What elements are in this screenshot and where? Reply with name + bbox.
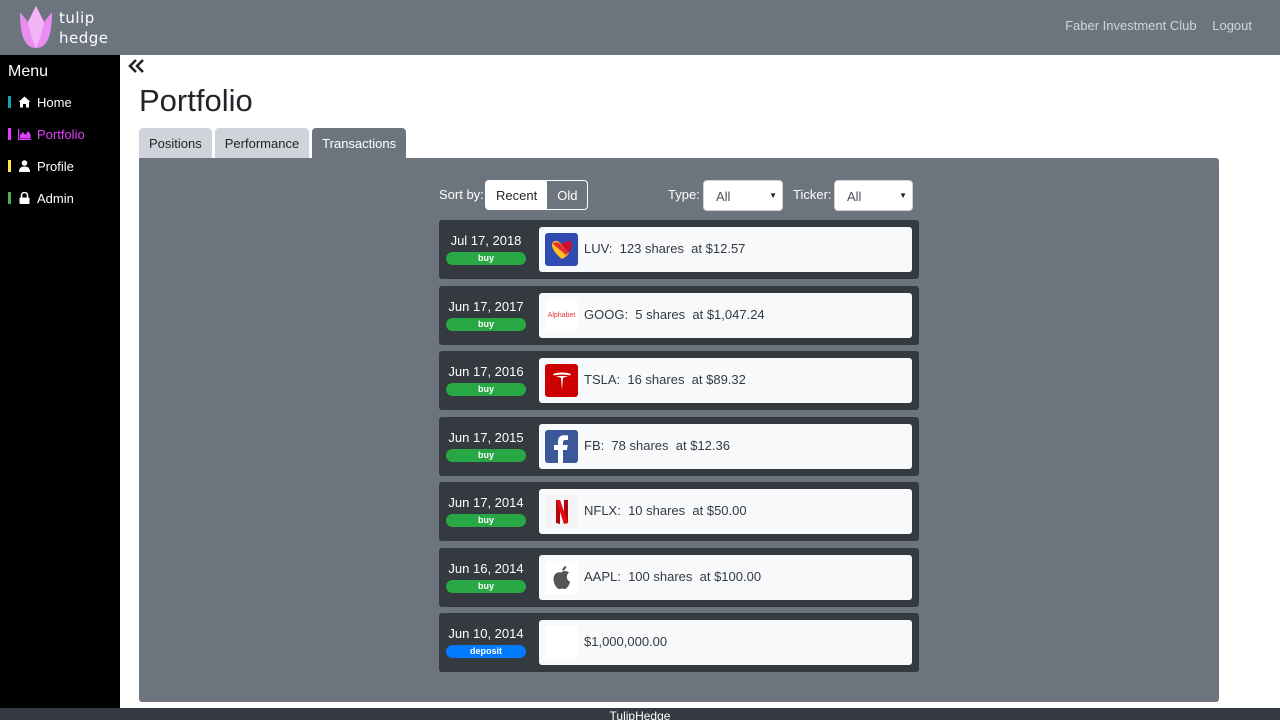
sidebar-indicator: [8, 160, 11, 172]
tab-positions[interactable]: Positions: [139, 128, 212, 158]
sidebar-item-label: Admin: [37, 190, 74, 206]
sidebar-item-home[interactable]: Home: [8, 94, 72, 110]
netflix-logo-icon: [545, 495, 578, 528]
type-select-value: All: [716, 189, 731, 204]
transaction-type-badge: buy: [446, 580, 526, 593]
transaction-description: GOOG: 5 shares at $1,047.24: [584, 307, 765, 322]
sidebar-item-portfolio[interactable]: Portfolio: [8, 126, 85, 142]
alphabet-logo-text: Alphabet: [547, 312, 576, 319]
transaction-date: Jun 10, 2014: [448, 626, 524, 641]
sidebar: Menu Home Portfolio Profile Admin: [0, 55, 120, 708]
caret-down-icon: ▼: [899, 191, 907, 200]
transaction-type-badge: buy: [446, 449, 526, 462]
ticker-select-value: All: [847, 189, 862, 204]
tab-performance[interactable]: Performance: [214, 128, 310, 158]
club-link[interactable]: Faber Investment Club: [1065, 18, 1197, 33]
transaction-date: Jun 17, 2015: [448, 430, 524, 445]
transaction-description: AAPL: 100 shares at $100.00: [584, 569, 762, 584]
transaction-card: LUV: 123 shares at $12.57: [539, 227, 912, 272]
apple-logo-icon: [545, 561, 578, 594]
sidebar-indicator: [8, 96, 11, 108]
footer-text: TulipHedge: [609, 709, 671, 720]
sidebar-item-label: Portfolio: [37, 126, 85, 142]
transaction-date: Jul 17, 2018: [450, 233, 522, 248]
transaction-row[interactable]: Jun 10, 2014 deposit $1,000,000.00: [439, 613, 919, 672]
transaction-date: Jun 16, 2014: [448, 561, 524, 576]
ticker-select[interactable]: All ▼: [834, 180, 913, 211]
alphabet-logo-icon: Alphabet: [545, 299, 578, 332]
type-select[interactable]: All ▼: [703, 180, 783, 211]
sidebar-item-label: Profile: [37, 158, 74, 174]
sidebar-item-admin[interactable]: Admin: [8, 190, 74, 206]
transaction-type-badge: deposit: [446, 645, 526, 658]
transaction-date: Jun 17, 2014: [448, 495, 524, 510]
transaction-type-badge: buy: [446, 383, 526, 396]
transaction-card: Alphabet GOOG: 5 shares at $1,047.24: [539, 293, 912, 338]
transaction-row[interactable]: Jun 17, 2015 buy FB: 78 shares at $12.36: [439, 417, 919, 476]
page-title: Portfolio: [139, 83, 253, 118]
sort-label: Sort by:: [439, 187, 484, 202]
top-links: Faber Investment Club Logout: [1053, 18, 1252, 33]
caret-down-icon: ▼: [769, 191, 777, 200]
sort-old-button[interactable]: Old: [547, 181, 588, 209]
ticker-label: Ticker:: [793, 187, 832, 202]
sort-toggle: Recent Old: [485, 180, 589, 210]
transaction-row[interactable]: Jun 16, 2014 buy AAPL: 100 shares at $10…: [439, 548, 919, 607]
transaction-row[interactable]: Jul 17, 2018 buy LUV: 123 shares at $12.…: [439, 220, 919, 279]
home-icon: [18, 96, 31, 109]
transaction-card: NFLX: 10 shares at $50.00: [539, 489, 912, 534]
collapse-sidebar-icon[interactable]: [128, 58, 148, 76]
transaction-date: Jun 17, 2016: [448, 364, 524, 379]
footer: TulipHedge: [0, 708, 1280, 720]
transaction-date: Jun 17, 2017: [448, 299, 524, 314]
tab-bar: Positions Performance Transactions: [139, 128, 409, 158]
transaction-row[interactable]: Jun 17, 2014 buy NFLX: 10 shares at $50.…: [439, 482, 919, 541]
transactions-panel: Sort by: Recent Old Type: All ▼ Ticker: …: [139, 158, 1219, 702]
transaction-type-badge: buy: [446, 252, 526, 265]
transaction-card: $1,000,000.00: [539, 620, 912, 665]
transaction-type-badge: buy: [446, 318, 526, 331]
transaction-row[interactable]: Jun 17, 2017 buy Alphabet GOOG: 5 shares…: [439, 286, 919, 345]
transaction-description: LUV: 123 shares at $12.57: [584, 241, 746, 256]
tab-transactions[interactable]: Transactions: [312, 128, 407, 158]
sidebar-item-profile[interactable]: Profile: [8, 158, 74, 174]
tulip-logo-icon[interactable]: [16, 4, 56, 50]
sidebar-indicator: [8, 128, 11, 140]
user-icon: [18, 160, 31, 173]
sidebar-indicator: [8, 192, 11, 204]
brand-line-2: hedge: [59, 29, 109, 47]
transaction-type-badge: buy: [446, 514, 526, 527]
blank-logo-icon: [545, 626, 578, 659]
transaction-description: FB: 78 shares at $12.36: [584, 438, 730, 453]
facebook-logo-icon: [545, 430, 578, 463]
transaction-row[interactable]: Jun 17, 2016 buy TSLA: 16 shares at $89.…: [439, 351, 919, 410]
lock-icon: [18, 192, 31, 205]
brand-line-1: tulip: [59, 9, 95, 27]
sort-recent-button[interactable]: Recent: [486, 181, 548, 209]
transaction-description: $1,000,000.00: [584, 634, 668, 649]
type-label: Type:: [668, 187, 700, 202]
logout-link[interactable]: Logout: [1212, 18, 1252, 33]
southwest-logo-icon: [545, 233, 578, 266]
top-navbar: tulip hedge Faber Investment Club Logout: [0, 0, 1280, 55]
sidebar-item-label: Home: [37, 94, 72, 110]
menu-title: Menu: [8, 63, 49, 80]
transaction-card: AAPL: 100 shares at $100.00: [539, 555, 912, 600]
chart-area-icon: [18, 128, 31, 141]
transaction-card: TSLA: 16 shares at $89.32: [539, 358, 912, 403]
transaction-description: TSLA: 16 shares at $89.32: [584, 372, 746, 387]
brand-name[interactable]: tulip hedge: [59, 8, 109, 48]
transaction-card: FB: 78 shares at $12.36: [539, 424, 912, 469]
transaction-description: NFLX: 10 shares at $50.00: [584, 503, 747, 518]
tesla-logo-icon: [545, 364, 578, 397]
